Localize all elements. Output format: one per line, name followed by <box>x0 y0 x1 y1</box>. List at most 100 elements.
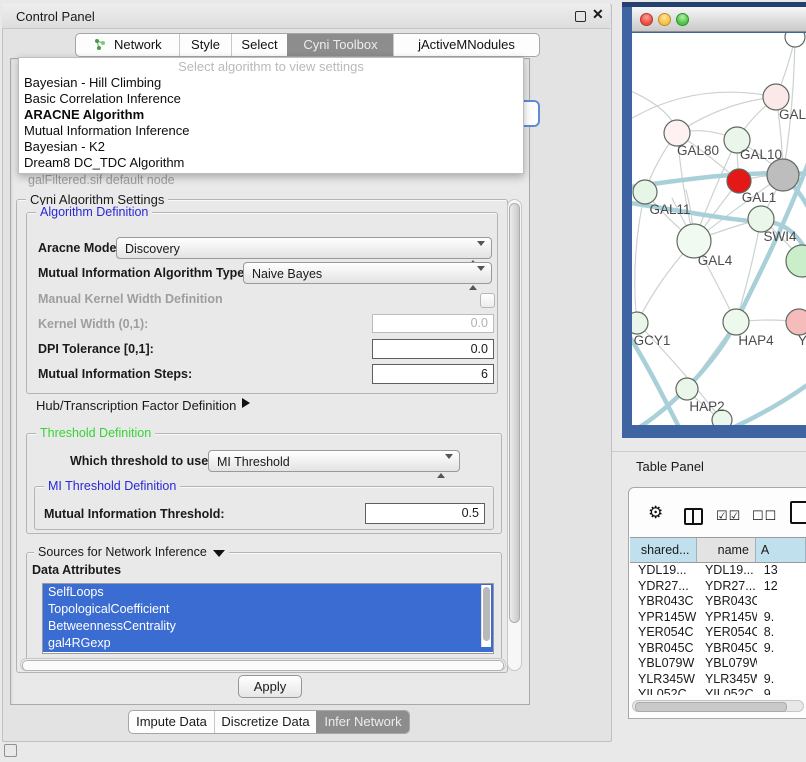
network-node-label: HAP2 <box>689 399 724 414</box>
sources-group-title: Sources for Network Inference <box>34 545 229 559</box>
column-header-label: name <box>718 543 749 557</box>
collapse-arrow-icon[interactable] <box>213 550 225 557</box>
table-row[interactable]: YER054C YER054C 8. <box>630 625 806 641</box>
dropdown-item-label: ARACNE Algorithm <box>24 107 144 122</box>
network-node[interactable] <box>786 309 806 335</box>
dropdown-placeholder: Select algorithm to view settings <box>19 58 523 75</box>
float-window-icon[interactable] <box>575 11 586 22</box>
close-icon[interactable]: ✕ <box>592 6 604 23</box>
bottom-tab[interactable]: Impute Data <box>129 711 214 733</box>
network-edge <box>736 219 761 322</box>
dpi-tolerance-field[interactable]: 0.0 <box>372 339 494 359</box>
cyni-bottom-tabbar: Impute Data Discretize Data Infer Networ… <box>128 710 410 734</box>
table-row[interactable]: YLR345W YLR345W 9. <box>630 672 806 688</box>
cell-name: YIL052C <box>697 687 757 695</box>
settings-horizontal-scrollbar[interactable] <box>20 658 506 671</box>
network-edge <box>677 97 776 133</box>
expand-arrow-icon[interactable] <box>242 398 250 408</box>
network-node[interactable] <box>676 378 698 400</box>
tab[interactable]: Network <box>76 34 179 56</box>
list-scrollbar[interactable] <box>481 585 491 647</box>
table-row[interactable]: YDL19... YDL19... 13 <box>630 563 806 579</box>
which-threshold-value: MI Threshold <box>217 455 290 469</box>
cell-value: 12 <box>757 579 806 595</box>
table-row[interactable]: YPR145W YPR145W 9. <box>630 610 806 626</box>
table-row[interactable]: YBL079W YBL079W <box>630 656 806 672</box>
mi-steps-field[interactable]: 6 <box>372 364 494 384</box>
bottom-tab[interactable]: Discretize Data <box>214 711 316 733</box>
aracne-mode-select[interactable]: Discovery <box>116 237 492 259</box>
list-item[interactable]: gal4RGexp <box>43 635 493 652</box>
table-row[interactable]: YBR045C YBR045C 9. <box>630 641 806 657</box>
minimize-traffic-light-icon[interactable] <box>658 13 671 26</box>
network-node[interactable] <box>767 159 799 191</box>
tab[interactable]: jActiveMNodules <box>393 34 539 56</box>
cell-value: 13 <box>757 563 806 579</box>
cell-name: YBL079W <box>697 656 757 672</box>
network-node[interactable] <box>633 180 657 204</box>
hub-section-label: Hub/Transcription Factor Definition <box>36 398 236 413</box>
select-all-checkboxes-icon[interactable]: ☑☑ <box>716 508 741 524</box>
maximize-traffic-light-icon[interactable] <box>676 13 689 26</box>
dropdown-item[interactable]: ARACNE Algorithm <box>19 107 523 123</box>
table-panel-divider <box>612 451 806 452</box>
dropdown-item[interactable]: Bayesian - Hill Climbing <box>19 75 523 91</box>
close-traffic-light-icon[interactable] <box>640 13 653 26</box>
table-horizontal-scrollbar[interactable] <box>632 700 804 712</box>
mi-type-select[interactable]: Naive Bayes <box>243 262 492 284</box>
bottom-tab[interactable]: Infer Network <box>316 711 409 733</box>
cell-value: 8. <box>757 625 806 641</box>
network-node[interactable] <box>632 312 648 334</box>
list-item[interactable]: BetweennessCentrality <box>43 618 493 635</box>
table-column-header[interactable]: shared... <box>630 538 697 562</box>
columns-icon[interactable] <box>684 508 703 525</box>
network-node[interactable] <box>786 245 806 277</box>
tab[interactable]: Style <box>179 34 231 56</box>
dropdown-items: Bayesian - Hill Climbing Basic Correlati… <box>19 75 523 171</box>
deselect-checkboxes-icon[interactable]: ☐☐ <box>752 508 777 524</box>
network-node-label: GAL1 <box>742 190 777 205</box>
cell-value: 9. <box>757 641 806 657</box>
cell-name: YDL19... <box>697 563 757 579</box>
network-canvas[interactable]: GALGAL80GAL10GAL1GAL11SWI4GAL4GCY1HAP4YH… <box>632 33 806 425</box>
manual-kernel-checkbox[interactable] <box>480 293 495 308</box>
table-row[interactable]: YBR043C YBR043C <box>630 594 806 610</box>
cell-shared-name: YBR043C <box>630 594 697 610</box>
tab[interactable]: Select <box>231 34 287 56</box>
settings-vertical-scrollbar[interactable] <box>507 199 522 671</box>
network-node[interactable] <box>723 309 749 335</box>
dropdown-item[interactable]: Bayesian - K2 <box>19 139 523 155</box>
dpi-tolerance-label: DPI Tolerance [0,1]: <box>38 342 154 356</box>
network-edge <box>632 92 776 123</box>
cell-shared-name: YPR145W <box>630 610 697 626</box>
mi-threshold-field[interactable]: 0.5 <box>365 503 485 524</box>
dropdown-item[interactable]: Dream8 DC_TDC Algorithm <box>19 155 523 171</box>
kernel-width-field[interactable]: 0.0 <box>372 314 494 333</box>
data-attributes-list[interactable]: SelfLoops TopologicalCoefficient Between… <box>42 583 494 654</box>
network-window-titlebar[interactable] <box>632 7 806 32</box>
data-attributes-label: Data Attributes <box>32 563 121 577</box>
mi-type-label: Mutual Information Algorithm Type: <box>38 266 248 280</box>
table-row[interactable]: YDR27... YDR27... 12 <box>630 579 806 595</box>
node-table: shared... name A YDL19... YDL19... 13 <box>630 537 806 695</box>
desktop: Control Panel ✕ Network Style Select Cyn… <box>0 0 806 762</box>
table-column-header[interactable]: A <box>756 538 806 562</box>
list-item[interactable]: TopologicalCoefficient <box>43 601 493 618</box>
network-node-label: GAL <box>779 107 806 122</box>
network-node[interactable] <box>785 33 805 47</box>
threshold-definition-title: Threshold Definition <box>36 426 155 440</box>
dock-panel-icon[interactable] <box>4 744 17 757</box>
which-threshold-select[interactable]: MI Threshold <box>208 450 460 472</box>
gear-icon[interactable]: ⚙ <box>648 503 663 523</box>
dropdown-item[interactable]: Basic Correlation Inference <box>19 91 523 107</box>
tab[interactable]: Cyni Toolbox <box>287 34 393 56</box>
list-item[interactable]: SelfLoops <box>43 584 493 601</box>
table-column-header[interactable]: name <box>697 538 756 562</box>
apply-button[interactable]: Apply <box>238 675 302 698</box>
table-row[interactable]: YIL052C YIL052C 9 <box>630 687 806 695</box>
table-header-row: shared... name A <box>630 537 806 563</box>
document-icon[interactable] <box>790 501 806 524</box>
dropdown-item[interactable]: Mutual Information Inference <box>19 123 523 139</box>
cell-value: 9 <box>757 687 806 695</box>
cell-name: YLR345W <box>697 672 757 688</box>
